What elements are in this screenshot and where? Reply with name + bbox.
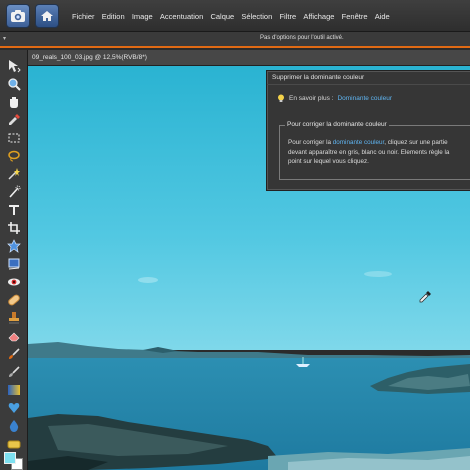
menu-accentuation[interactable]: Accentuation [160,12,203,21]
menu-affichage[interactable]: Affichage [303,12,334,21]
menu-selection[interactable]: Sélection [241,12,272,21]
eraser-icon[interactable] [4,328,24,344]
menu-aide[interactable]: Aide [375,12,390,21]
instruction-line-3: point sur lequel vous cliquez. [288,158,369,165]
hand-icon[interactable] [4,94,24,110]
document-tab[interactable]: 09_reals_100_03.jpg @ 12,5%(RVB/8*) [28,50,470,66]
remove-color-cast-dialog: Supprimer la dominante couleur En savoir… [266,70,470,191]
instruction-line-1-start: Pour corriger la [288,139,333,146]
menu-bar: Fichier Edition Image Accentuation Calqu… [0,0,470,32]
menu-fenetre[interactable]: Fenêtre [342,12,368,21]
dialog-divider [267,84,470,85]
document-title: 09_reals_100_03.jpg @ 12,5%(RVB/8*) [32,54,147,61]
options-message: Pas d'options pour l'outil activé. [260,35,344,41]
lasso-icon[interactable] [4,148,24,164]
instructions-title: Pour corriger la dominante couleur [285,121,389,128]
options-bar: ▾ Pas d'options pour l'outil activé. [0,32,470,48]
shape-icon[interactable] [4,400,24,416]
type-icon[interactable] [4,202,24,218]
sponge-icon[interactable] [4,436,24,452]
gradient-icon[interactable] [4,382,24,398]
quick-selection-icon[interactable] [4,184,24,200]
eyedropper-icon[interactable] [4,112,24,128]
marquee-icon[interactable] [4,130,24,146]
menu-filtre[interactable]: Filtre [279,12,296,21]
magic-wand-icon[interactable] [4,166,24,182]
home-icon[interactable] [35,4,59,28]
instructions-group: Pour corriger la dominante couleur Pour … [279,121,470,180]
healing-brush-icon[interactable] [4,292,24,308]
instruction-line-1-end: , cliquez sur une partie [384,139,448,146]
smart-brush-icon[interactable] [4,364,24,380]
menu-fichier[interactable]: Fichier [72,12,95,21]
menu-edition[interactable]: Edition [102,12,125,21]
brush-icon[interactable] [4,346,24,362]
instruction-line-2: devant apparaître en gris, blanc ou noir… [288,148,450,156]
learn-more-row: En savoir plus : Dominante couleur [277,94,392,103]
lightbulb-icon [278,94,284,102]
options-menu-icon[interactable]: ▾ [3,35,6,42]
eyedropper-cursor-icon [419,291,431,303]
menu-image[interactable]: Image [132,12,153,21]
color-cast-link[interactable]: dominante couleur [333,139,384,146]
clone-stamp-icon[interactable] [4,310,24,326]
foreground-color-swatch[interactable] [4,452,16,464]
menu-calque[interactable]: Calque [210,12,234,21]
learn-more-label: En savoir plus : [289,95,334,102]
crop-icon[interactable] [4,220,24,236]
toolbox [0,50,28,470]
straighten-icon[interactable] [4,256,24,272]
zoom-icon[interactable] [4,76,24,92]
move-icon[interactable] [4,58,24,74]
red-eye-icon[interactable] [4,274,24,290]
dialog-title: Supprimer la dominante couleur [272,74,365,81]
instructions-text: Pour corriger la dominante couleur, cliq… [288,138,470,167]
cookie-cutter-icon[interactable] [4,238,24,254]
camera-icon[interactable] [6,4,30,28]
color-swatches[interactable] [4,452,26,470]
blur-icon[interactable] [4,418,24,434]
learn-more-link[interactable]: Dominante couleur [337,95,392,102]
